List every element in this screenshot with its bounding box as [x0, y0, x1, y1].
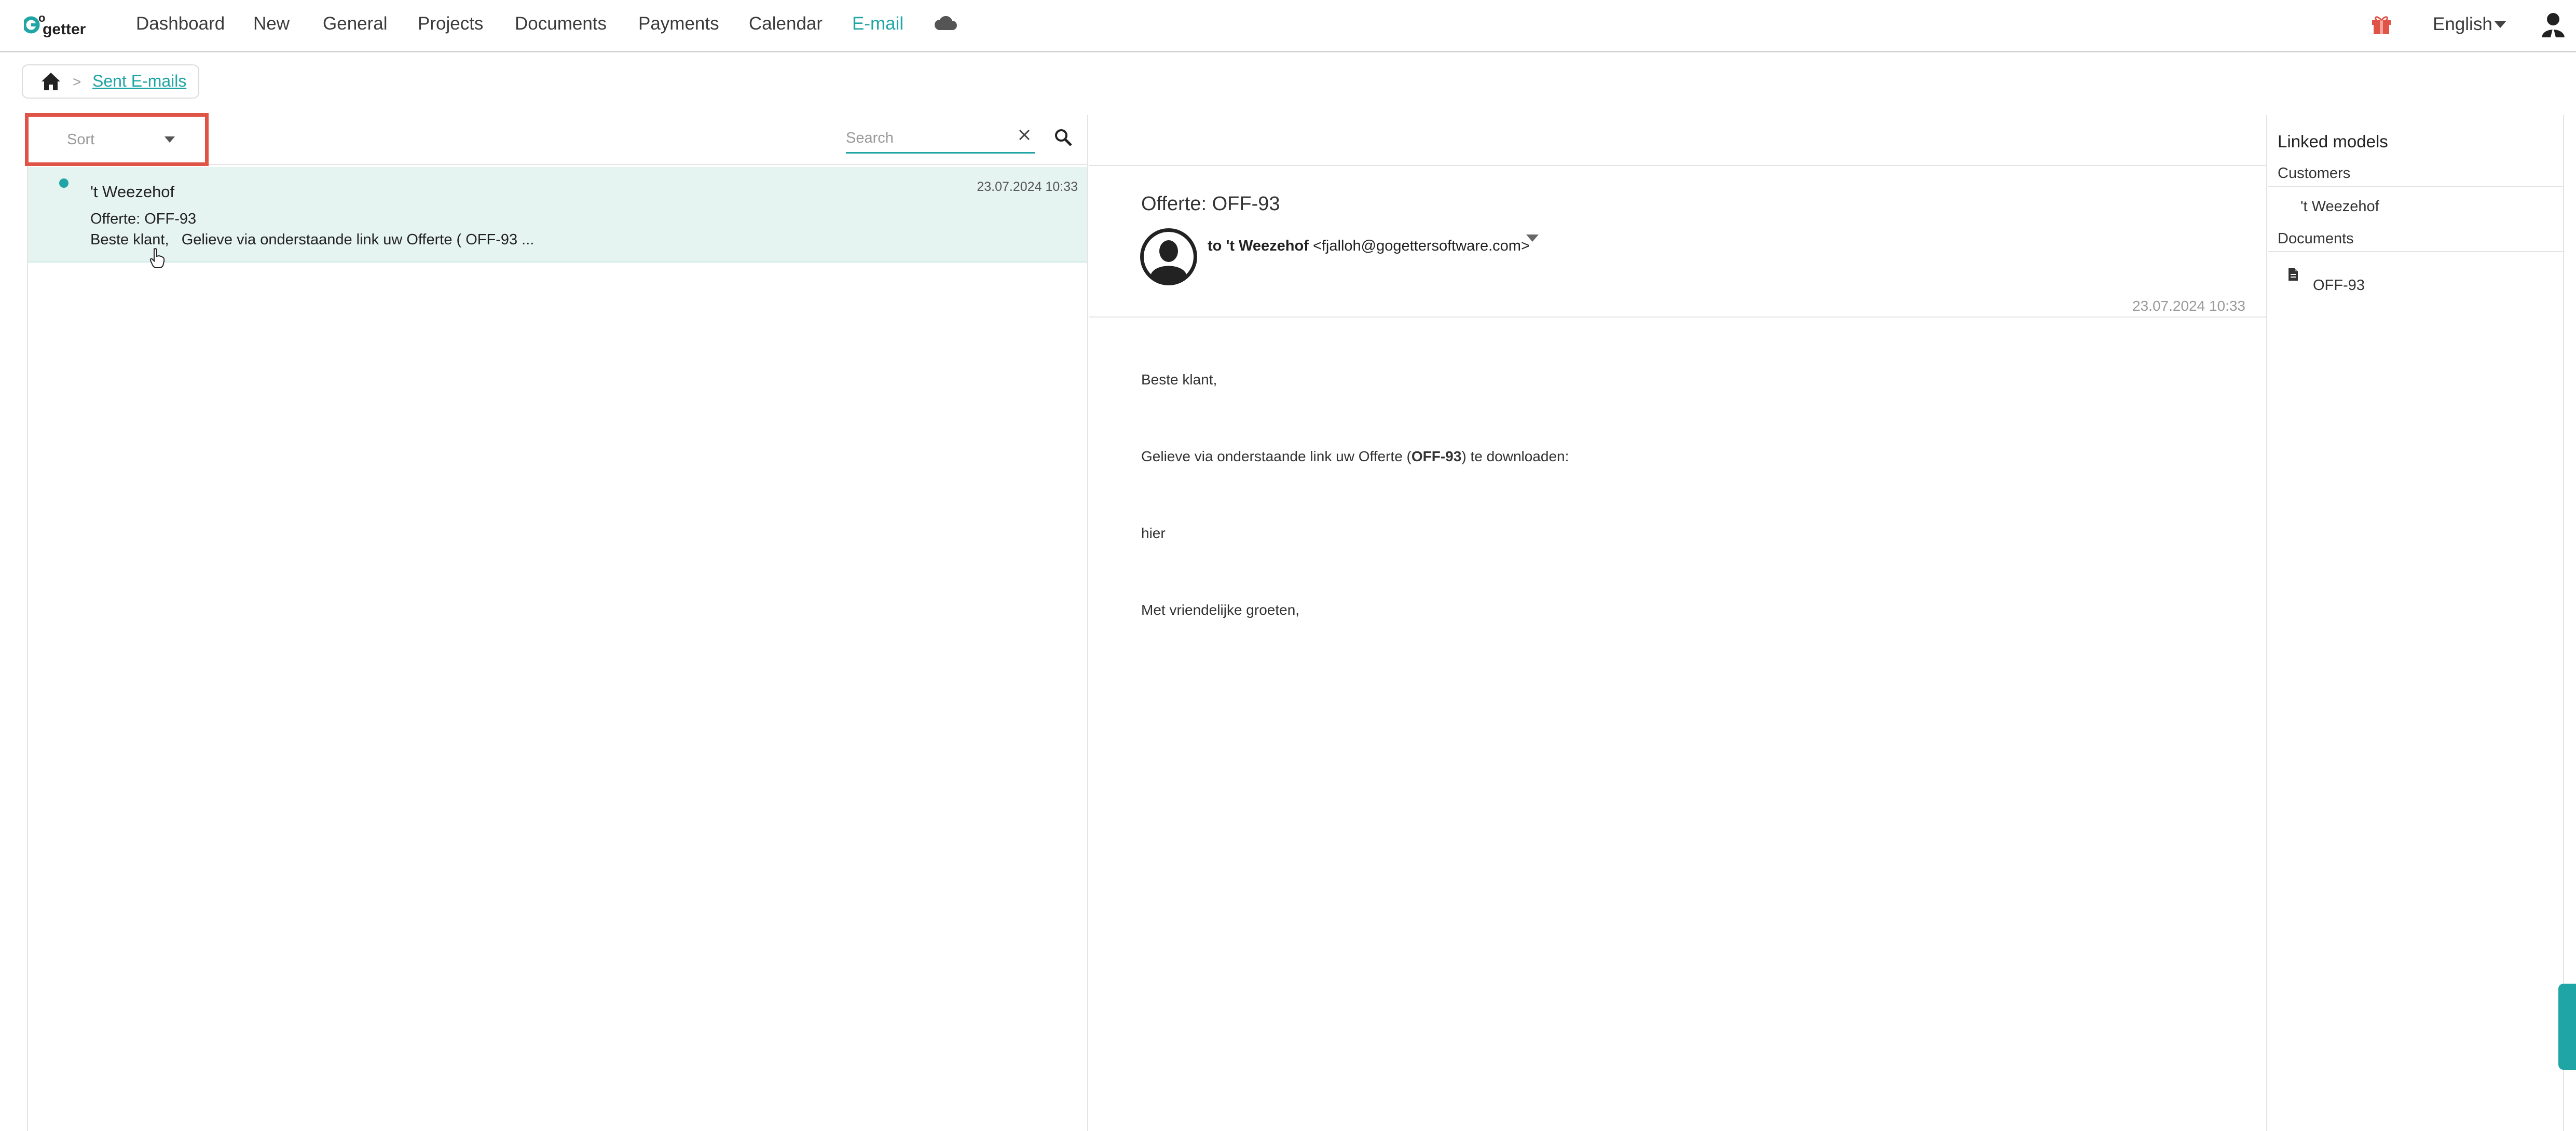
divider [1089, 316, 2266, 318]
breadcrumb-sent-emails[interactable]: Sent E-mails [92, 72, 186, 91]
home-icon[interactable] [40, 72, 61, 91]
divider [2268, 186, 2563, 187]
cloud-icon[interactable] [934, 15, 958, 31]
sort-dropdown[interactable]: Sort [25, 113, 209, 166]
sort-label: Sort [67, 131, 95, 148]
close-icon[interactable] [1017, 128, 1032, 142]
recipient-prefix: to [1208, 238, 1222, 254]
nav-new[interactable]: New [253, 13, 290, 34]
nav-calendar[interactable]: Calendar [749, 13, 823, 34]
linked-models-title: Linked models [2278, 132, 2388, 151]
body-download-line: Gelieve via onderstaande link uw Offerte… [1141, 448, 1569, 465]
side-feedback-tab[interactable] [2558, 984, 2576, 1070]
message-subject: Offerte: OFF-93 [1141, 193, 1280, 215]
email-subject: Offerte: OFF-93 [90, 211, 197, 227]
message-recipient: to 't Weezehof <fjalloh@gogettersoftware… [1208, 238, 1530, 255]
email-preview: Beste klant, Gelieve via onderstaande li… [90, 231, 535, 248]
divider [2268, 251, 2563, 252]
linked-customer[interactable]: 't Weezehof [2300, 198, 2379, 215]
search-input[interactable] [846, 126, 1012, 150]
email-sender: 't Weezehof [90, 183, 175, 201]
nav-general[interactable]: General [323, 13, 388, 34]
linked-document[interactable]: OFF-93 [2313, 277, 2365, 294]
customers-heading: Customers [2278, 165, 2351, 182]
body-text: Gelieve via onderstaande link uw Offerte… [1141, 448, 1412, 464]
avatar-icon [1140, 228, 1197, 285]
document-icon [2289, 268, 2298, 281]
unread-indicator [59, 178, 68, 188]
nav-projects[interactable]: Projects [418, 13, 483, 34]
body-text: ) te downloaden: [1461, 448, 1569, 464]
body-greeting: Beste klant, [1141, 371, 1217, 388]
body-download-link[interactable]: hier [1141, 525, 1166, 542]
message-view-panel: Offerte: OFF-93 to 't Weezehof <fjalloh@… [1089, 115, 2267, 1131]
message-date: 23.07.2024 10:33 [2132, 298, 2245, 314]
breadcrumb: > Sent E-mails [22, 64, 199, 99]
nav-dashboard[interactable]: Dashboard [136, 13, 225, 34]
email-list-item[interactable]: 't Weezehof 23.07.2024 10:33 Offerte: OF… [28, 167, 1087, 263]
nav-email[interactable]: E-mail [852, 13, 903, 34]
search-icon[interactable] [1053, 128, 1073, 147]
body-document-number: OFF-93 [1411, 448, 1462, 464]
nav-documents[interactable]: Documents [515, 13, 607, 34]
search-field [846, 125, 1035, 154]
chevron-down-icon [165, 136, 175, 143]
linked-models-panel: Linked models Customers 't Weezehof Docu… [2268, 115, 2564, 1131]
documents-heading: Documents [2278, 230, 2354, 247]
svg-text:getter: getter [43, 21, 86, 38]
chevron-down-icon[interactable] [1526, 235, 1539, 242]
gift-icon[interactable] [2371, 13, 2392, 35]
recipient-email: <fjalloh@gogettersoftware.com> [1312, 238, 1530, 254]
language-selector[interactable]: English [2433, 14, 2492, 35]
chevron-down-icon[interactable] [2494, 21, 2506, 28]
user-icon[interactable] [2541, 11, 2566, 38]
divider [1089, 165, 2266, 166]
body-closing: Met vriendelijke groeten, [1141, 602, 1300, 618]
nav-payments[interactable]: Payments [638, 13, 719, 34]
recipient-name: 't Weezehof [1226, 238, 1309, 254]
email-date: 23.07.2024 10:33 [977, 180, 1078, 194]
breadcrumb-separator: > [73, 74, 81, 90]
top-navbar: o getter Dashboard New General Projects … [0, 0, 2576, 52]
gogetter-logo[interactable]: o getter [24, 10, 102, 39]
list-toolbar: Sort [25, 113, 1087, 166]
email-list-panel: Sort 't Weezehof 23.07.2024 10:33 Offert… [25, 113, 1088, 1131]
hand-cursor-icon [149, 248, 165, 268]
